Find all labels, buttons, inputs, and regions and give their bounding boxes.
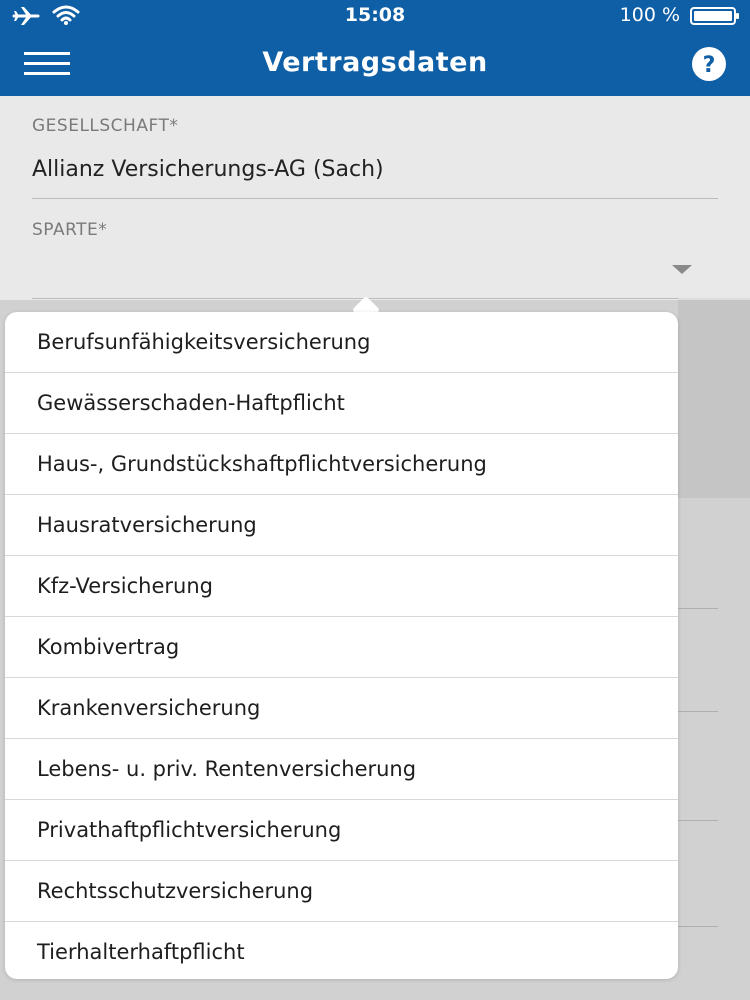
option-krankenversicherung[interactable]: Krankenversicherung bbox=[5, 678, 678, 739]
battery-icon bbox=[690, 7, 739, 25]
category-label: SPARTE* bbox=[32, 220, 108, 240]
help-glyph: ? bbox=[703, 53, 716, 78]
top-bar: 15:08 100 % Vertragsdaten ? bbox=[0, 0, 750, 96]
option-berufsunfaehigkeitsversicherung[interactable]: Berufsunfähigkeitsversicherung bbox=[5, 312, 678, 373]
option-kfz-versicherung[interactable]: Kfz-Versicherung bbox=[5, 556, 678, 617]
company-value[interactable]: Allianz Versicherungs-AG (Sach) bbox=[32, 157, 384, 182]
option-gewaesserschaden-haftpflicht[interactable]: Gewässerschaden-Haftpflicht bbox=[5, 373, 678, 434]
option-hausratversicherung[interactable]: Hausratversicherung bbox=[5, 495, 678, 556]
option-haus-grundstueckshaftpflicht[interactable]: Haus-, Grundstückshaftpflichtversicherun… bbox=[5, 434, 678, 495]
option-kombivertrag[interactable]: Kombivertrag bbox=[5, 617, 678, 678]
company-field[interactable]: GESELLSCHAFT* Allianz Versicherungs-AG (… bbox=[32, 96, 718, 199]
help-icon[interactable]: ? bbox=[687, 45, 731, 83]
status-bar: 15:08 100 % bbox=[0, 0, 750, 32]
navigation-bar: Vertragsdaten ? bbox=[0, 32, 750, 96]
chevron-down-icon[interactable] bbox=[672, 265, 692, 274]
page-title: Vertragsdaten bbox=[262, 47, 488, 78]
option-tierhalterhaftpflicht[interactable]: Tierhalterhaftpflicht bbox=[5, 922, 678, 979]
battery-percentage: 100 % bbox=[619, 4, 680, 26]
option-rechtsschutzversicherung[interactable]: Rechtsschutzversicherung bbox=[5, 861, 678, 922]
option-lebens-rentenversicherung[interactable]: Lebens- u. priv. Rentenversicherung bbox=[5, 739, 678, 800]
company-label: GESELLSCHAFT* bbox=[32, 116, 179, 136]
option-privathaftpflichtversicherung[interactable]: Privathaftpflichtversicherung bbox=[5, 800, 678, 861]
category-field[interactable]: SPARTE* bbox=[32, 198, 718, 299]
category-picker-popover: Berufsunfähigkeitsversicherung Gewässers… bbox=[5, 312, 678, 979]
